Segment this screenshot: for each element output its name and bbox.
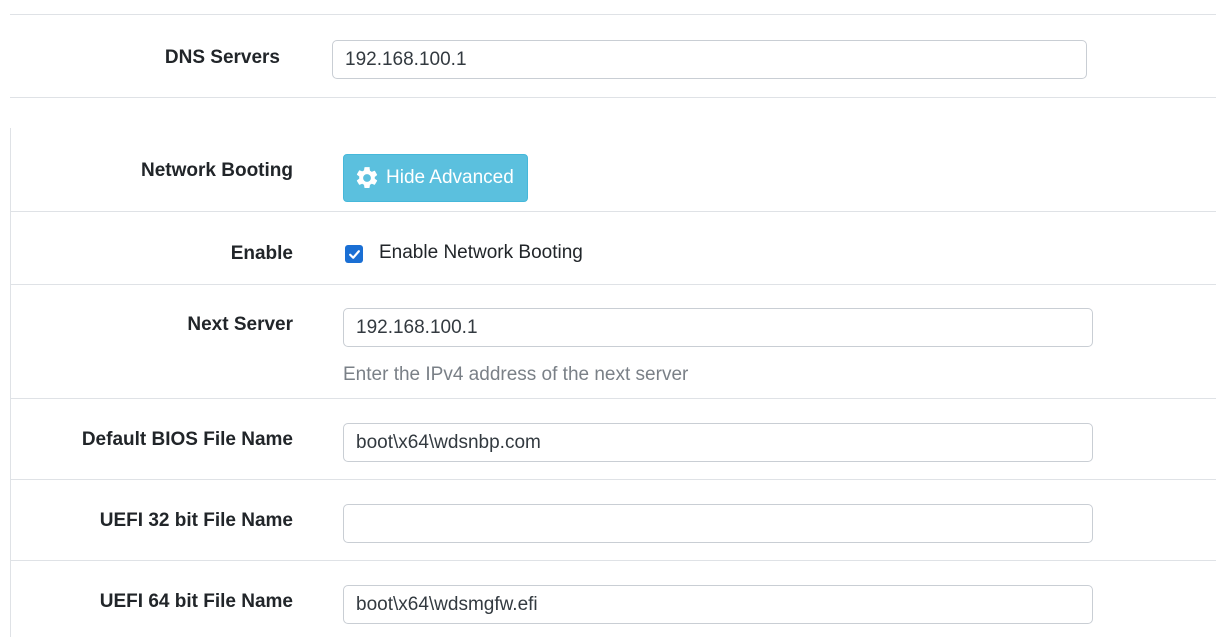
uefi-32-file-name-label: UEFI 32 bit File Name <box>99 510 293 531</box>
hide-advanced-label: Hide Advanced <box>386 167 514 188</box>
next-server-help-text: Enter the IPv4 address of the next serve… <box>343 364 689 385</box>
enable-network-booting-checkbox[interactable] <box>345 245 363 263</box>
dns-servers-label: DNS Servers <box>164 47 280 68</box>
divider <box>10 211 1216 212</box>
divider <box>10 398 1216 399</box>
divider <box>10 14 1216 15</box>
check-icon <box>348 249 360 259</box>
divider <box>10 97 1216 98</box>
uefi-32-file-name-input[interactable] <box>343 504 1093 543</box>
network-booting-label: Network Booting <box>141 160 293 181</box>
default-bios-file-name-label: Default BIOS File Name <box>81 429 293 450</box>
divider <box>10 284 1216 285</box>
divider <box>10 479 1216 480</box>
hide-advanced-button[interactable]: Hide Advanced <box>343 154 528 202</box>
divider <box>10 560 1216 561</box>
next-server-input[interactable]: 192.168.100.1 <box>343 308 1093 347</box>
dhcp-settings-form: DNS Servers 192.168.100.1 Network Bootin… <box>0 0 1216 637</box>
uefi-64-file-name-label: UEFI 64 bit File Name <box>99 591 293 612</box>
next-server-label: Next Server <box>187 314 293 335</box>
gear-icon <box>354 165 380 191</box>
enable-network-booting-label: Enable Network Booting <box>379 242 583 263</box>
default-bios-file-name-input[interactable]: boot\x64\wdsnbp.com <box>343 423 1093 462</box>
dns-servers-input[interactable]: 192.168.100.1 <box>332 40 1087 79</box>
enable-label: Enable <box>230 243 293 264</box>
uefi-64-file-name-input[interactable]: boot\x64\wdsmgfw.efi <box>343 585 1093 624</box>
